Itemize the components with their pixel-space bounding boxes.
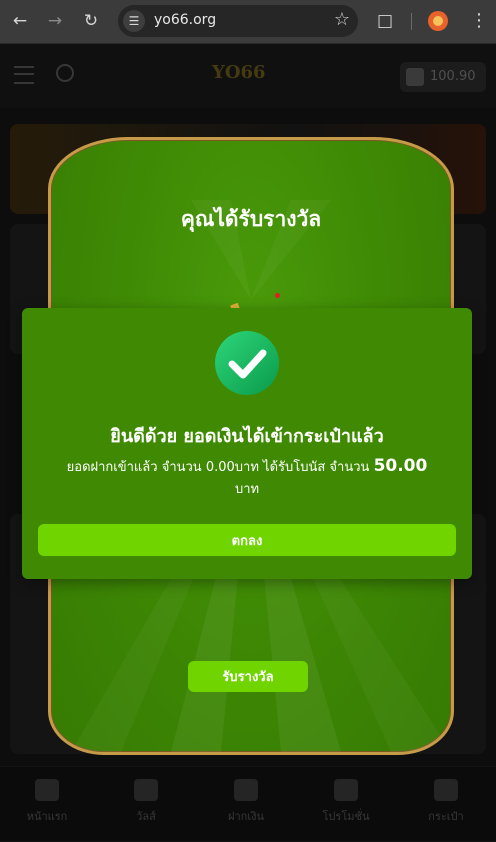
forward-arrow-icon[interactable]: →: [44, 10, 66, 32]
browser-toolbar: ← → ↻ ☰ yo66.org ☆ □ ⋮: [0, 0, 496, 44]
site-settings-icon[interactable]: ☰: [123, 10, 145, 32]
success-title: ยินดีด้วย ยอดเงินได้เข้ากระเป๋าแล้ว: [110, 426, 384, 447]
address-bar[interactable]: ☰ yo66.org ☆: [118, 5, 358, 37]
success-detail: ยอดฝากเข้าแล้ว จำนวน 0.00บาท ได้รับโบนัส…: [62, 455, 432, 501]
success-dialog: ยินดีด้วย ยอดเงินได้เข้ากระเป๋าแล้ว ยอดฝ…: [22, 308, 472, 579]
reload-icon[interactable]: ↻: [80, 10, 102, 32]
kebab-menu-icon[interactable]: ⋮: [468, 10, 490, 32]
confetti-dot: [275, 293, 280, 298]
checkmark-icon: [215, 331, 279, 395]
back-arrow-icon[interactable]: ←: [9, 10, 31, 32]
reward-title: คุณได้รับรางวัล: [180, 207, 322, 231]
currency-label: บาท: [234, 482, 260, 497]
bookmark-star-icon[interactable]: ☆: [334, 9, 350, 30]
extensions-icon[interactable]: □: [374, 10, 396, 32]
ok-button[interactable]: ตกลง: [38, 524, 456, 556]
toolbar-divider: [411, 13, 412, 30]
bonus-amount: 50.00: [373, 456, 428, 476]
profile-avatar-icon[interactable]: [428, 11, 448, 31]
detail-text: ยอดฝากเข้าแล้ว จำนวน 0.00บาท ได้รับโบนัส…: [66, 460, 370, 475]
url-text[interactable]: yo66.org: [154, 12, 216, 28]
receive-reward-button[interactable]: รับรางวัล: [188, 661, 308, 692]
